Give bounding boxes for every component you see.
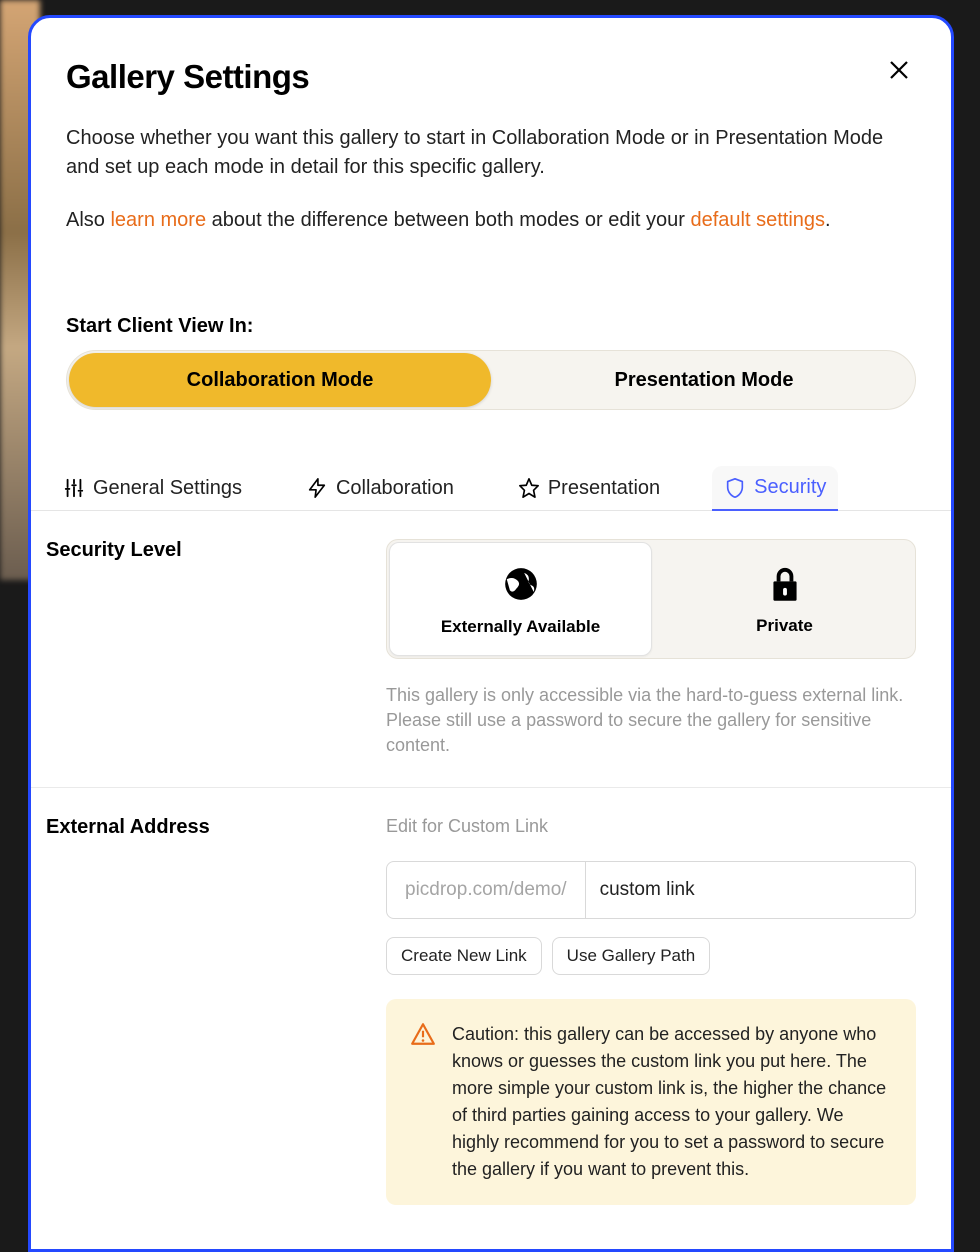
sub-intro-text: Also learn more about the difference bet… xyxy=(66,206,916,235)
tab-label: Collaboration xyxy=(336,477,454,500)
tab-security[interactable]: Security xyxy=(712,466,838,511)
close-icon xyxy=(887,58,911,82)
toggle-presentation-mode[interactable]: Presentation Mode xyxy=(493,351,915,409)
tab-collaboration[interactable]: Collaboration xyxy=(294,466,466,510)
gallery-settings-modal: Gallery Settings Choose whether you want… xyxy=(28,15,954,1252)
external-address-label: External Address xyxy=(46,816,366,1205)
tab-general-settings[interactable]: General Settings xyxy=(51,466,254,510)
bolt-icon xyxy=(306,477,328,499)
use-gallery-path-button[interactable]: Use Gallery Path xyxy=(552,937,711,975)
lock-icon xyxy=(769,566,801,602)
security-option-label: Externally Available xyxy=(441,617,600,637)
tab-label: Security xyxy=(754,476,826,499)
security-level-label: Security Level xyxy=(46,539,366,759)
close-button[interactable] xyxy=(887,58,911,87)
section-security-level: Security Level Externally Available xyxy=(31,511,951,788)
create-new-link-button[interactable]: Create New Link xyxy=(386,937,542,975)
security-option-external[interactable]: Externally Available xyxy=(389,542,652,656)
shield-icon xyxy=(724,477,746,499)
tab-label: Presentation xyxy=(548,477,660,500)
warning-icon xyxy=(410,1021,436,1047)
security-level-toggle: Externally Available Private xyxy=(386,539,916,659)
section-external-address: External Address Edit for Custom Link pi… xyxy=(31,788,951,1233)
sliders-icon xyxy=(63,477,85,499)
start-view-label: Start Client View In: xyxy=(66,315,916,338)
sub-intro-mid: about the difference between both modes … xyxy=(206,209,690,231)
tab-presentation[interactable]: Presentation xyxy=(506,466,672,510)
intro-text: Choose whether you want this gallery to … xyxy=(66,124,916,182)
modal-title: Gallery Settings xyxy=(66,58,916,96)
security-level-description: This gallery is only accessible via the … xyxy=(386,683,916,759)
security-option-label: Private xyxy=(756,616,813,636)
tab-label: General Settings xyxy=(93,477,242,500)
external-address-hint: Edit for Custom Link xyxy=(386,816,916,837)
toggle-collaboration-mode[interactable]: Collaboration Mode xyxy=(69,353,491,407)
default-settings-link[interactable]: default settings xyxy=(690,209,825,231)
url-prefix: picdrop.com/demo/ xyxy=(387,862,586,918)
custom-link-warning: Caution: this gallery can be accessed by… xyxy=(386,999,916,1205)
learn-more-link[interactable]: learn more xyxy=(110,209,206,231)
start-view-toggle: Collaboration Mode Presentation Mode xyxy=(66,350,916,410)
star-icon xyxy=(518,477,540,499)
tabs-bar: General Settings Collaboration Presentat… xyxy=(31,466,951,511)
warning-text: Caution: this gallery can be accessed by… xyxy=(452,1021,892,1183)
security-option-private[interactable]: Private xyxy=(654,540,915,658)
sub-intro-pre: Also xyxy=(66,209,110,231)
sub-intro-end: . xyxy=(825,209,831,231)
globe-icon xyxy=(502,565,540,603)
custom-link-field: picdrop.com/demo/ xyxy=(386,861,916,919)
custom-link-input[interactable] xyxy=(586,862,915,918)
